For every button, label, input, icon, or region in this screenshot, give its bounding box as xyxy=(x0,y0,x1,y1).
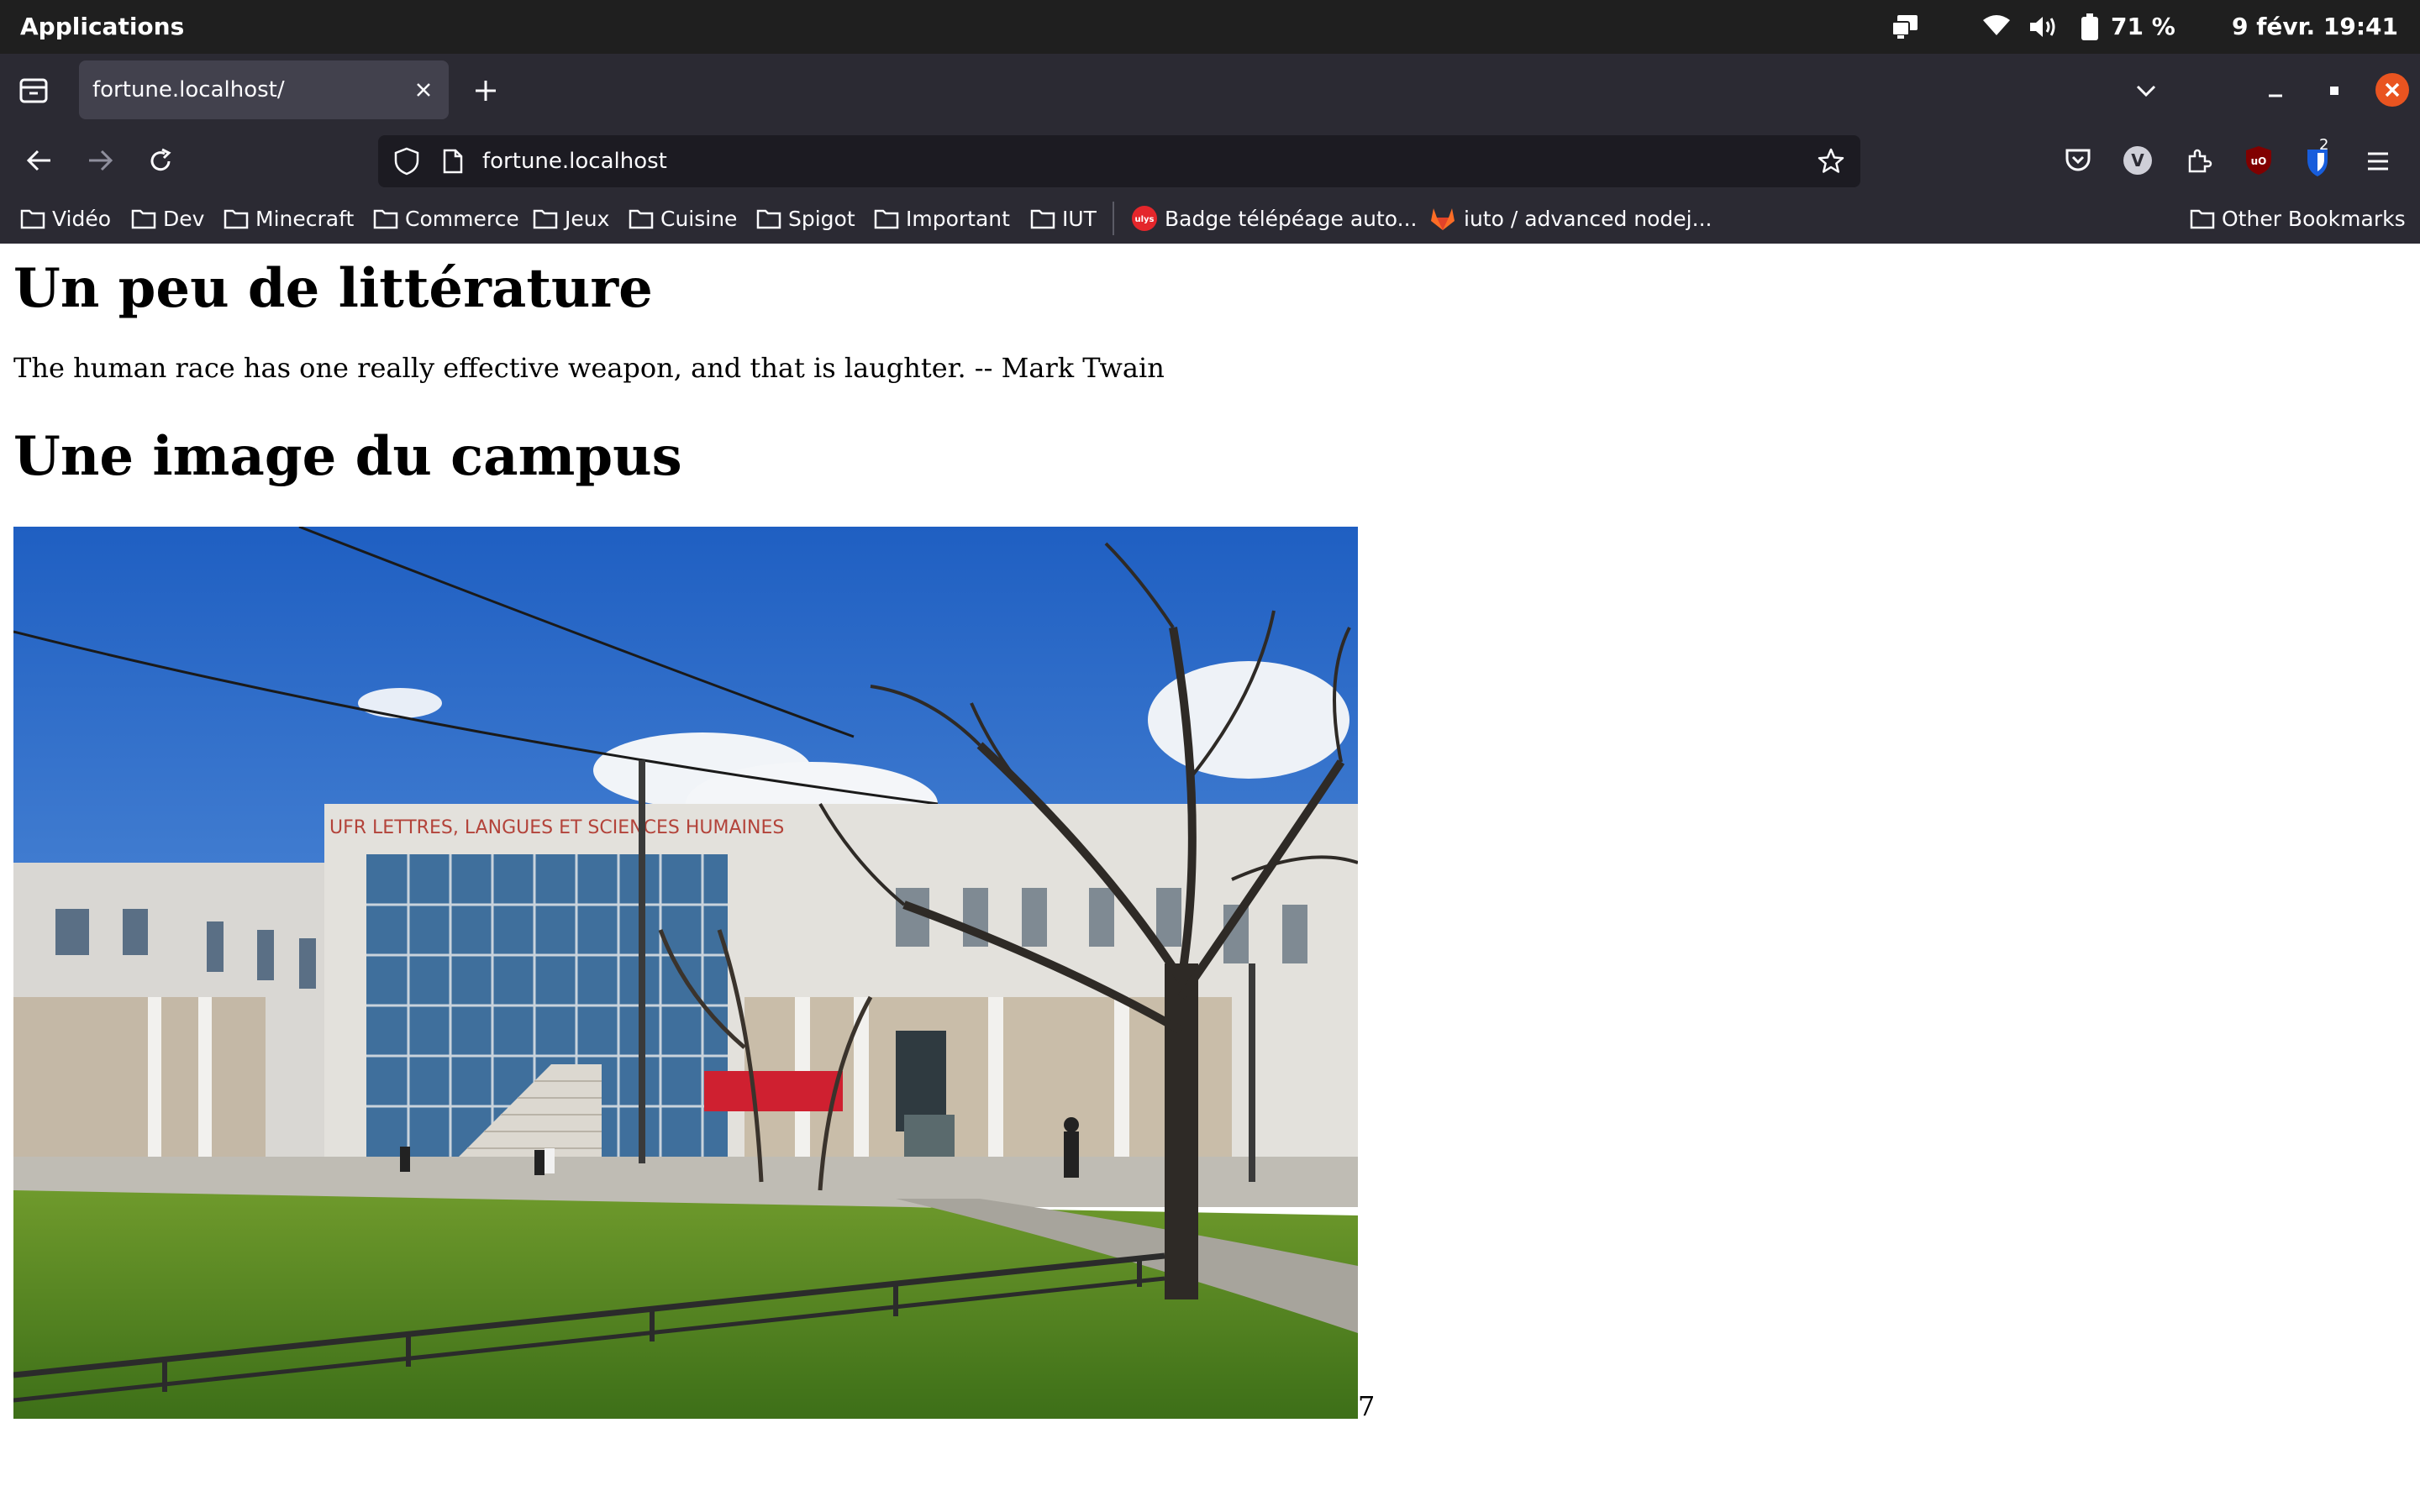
folder-icon xyxy=(131,209,156,229)
extensions-puzzle-icon[interactable] xyxy=(2185,146,2213,175)
bookmarks-separator xyxy=(1113,202,1114,235)
bookmark-label: iuto / advanced nodej... xyxy=(1464,206,1712,231)
page-content: Un peu de littérature The human race has… xyxy=(0,244,2420,1512)
folder-icon xyxy=(2190,209,2215,229)
tab-fortune[interactable]: fortune.localhost/ xyxy=(79,60,449,119)
bookmark-label: Important xyxy=(906,206,1010,231)
system-top-bar: Applications 71 % 9 févr. 19:41 xyxy=(0,0,2420,54)
bookmarks-toolbar: Vidéo Dev Minecraft Commerce Jeux Cuisin… xyxy=(0,193,2420,244)
battery-percentage[interactable]: 71 % xyxy=(2111,0,2175,54)
ulys-favicon-icon: ulys xyxy=(1132,206,1157,231)
wifi-icon[interactable] xyxy=(1983,15,2010,37)
extension-avatar-icon[interactable]: V xyxy=(2123,145,2153,176)
bookmark-folder-iut[interactable]: IUT xyxy=(1030,193,1097,244)
bookmark-label: Cuisine xyxy=(660,206,738,231)
navigation-toolbar: fortune.localhost V uO 2 xyxy=(0,128,2420,193)
tracking-protection-shield-icon[interactable] xyxy=(393,147,420,176)
bookmark-star-icon[interactable] xyxy=(1817,147,1845,176)
bookmark-label: Badge télépéage auto... xyxy=(1165,206,1418,231)
other-bookmarks-folder[interactable]: Other Bookmarks xyxy=(2190,193,2406,244)
bookmark-folder-minecraft[interactable]: Minecraft xyxy=(224,193,354,244)
bookmark-label: IUT xyxy=(1062,206,1097,231)
building-sign-text: UFR LETTRES, LANGUES ET SCIENCES HUMAINE… xyxy=(329,817,784,838)
bookmark-folder-spigot[interactable]: Spigot xyxy=(756,193,855,244)
reload-icon[interactable] xyxy=(146,147,175,176)
folder-icon xyxy=(629,209,654,229)
new-tab-icon[interactable] xyxy=(472,77,499,104)
tab-title: fortune.localhost/ xyxy=(92,77,285,102)
folder-icon xyxy=(224,209,249,229)
bookmark-badge-telepeage[interactable]: ulys Badge télépéage auto... xyxy=(1131,193,1417,244)
list-all-tabs-chevron-down-icon[interactable] xyxy=(2133,77,2160,104)
fortune-counter: 7 xyxy=(1358,1390,1376,1422)
bookmark-label: Vidéo xyxy=(52,206,112,231)
folder-icon xyxy=(20,209,45,229)
folder-icon xyxy=(373,209,398,229)
url-bar[interactable]: fortune.localhost xyxy=(378,135,1860,187)
bookmark-folder-jeux[interactable]: Jeux xyxy=(533,193,609,244)
extension-badge-count: 2 xyxy=(2319,136,2329,154)
bookmark-label: Minecraft xyxy=(255,206,355,231)
campus-image: UFR LETTRES, LANGUES ET SCIENCES HUMAINE… xyxy=(13,527,1358,1419)
screen-share-icon[interactable] xyxy=(1891,13,1919,40)
pocket-icon[interactable] xyxy=(2064,146,2092,175)
bookmark-folder-commerce[interactable]: Commerce xyxy=(373,193,519,244)
ublock-origin-icon[interactable]: uO xyxy=(2244,144,2274,176)
hamburger-menu-icon[interactable] xyxy=(2365,148,2391,175)
bookmark-label: Spigot xyxy=(788,206,855,231)
svg-text:ulys: ulys xyxy=(1134,215,1154,224)
firefox-view-icon[interactable] xyxy=(18,77,49,104)
tab-strip: fortune.localhost/ xyxy=(0,54,2420,128)
bookmark-folder-dev[interactable]: Dev xyxy=(131,193,204,244)
bookmark-folder-video[interactable]: Vidéo xyxy=(20,193,111,244)
heading-litterature: Un peu de littérature xyxy=(13,257,653,320)
applications-menu[interactable]: Applications xyxy=(20,0,184,54)
page-info-icon[interactable] xyxy=(442,149,464,174)
bookmark-folder-important[interactable]: Important xyxy=(874,193,1010,244)
bookmark-label: Jeux xyxy=(565,206,610,231)
back-arrow-icon[interactable] xyxy=(25,147,54,174)
maximize-window-icon[interactable] xyxy=(2323,79,2346,102)
heading-campus: Une image du campus xyxy=(13,425,682,488)
close-tab-icon[interactable] xyxy=(410,76,437,103)
bookmark-folder-cuisine[interactable]: Cuisine xyxy=(629,193,737,244)
fortune-quote: The human race has one really effective … xyxy=(13,352,1165,384)
bookmark-label: Dev xyxy=(163,206,205,231)
svg-text:uO: uO xyxy=(2251,155,2267,167)
bookmark-label: Other Bookmarks xyxy=(2222,206,2406,231)
close-window-icon[interactable] xyxy=(2375,72,2410,108)
gitlab-favicon-icon xyxy=(1431,208,1455,230)
battery-icon[interactable] xyxy=(2081,13,2099,40)
folder-icon xyxy=(756,209,781,229)
folder-icon xyxy=(874,209,899,229)
minimize-window-icon[interactable] xyxy=(2264,79,2287,102)
svg-text:V: V xyxy=(2131,150,2144,171)
bookmark-label: Commerce xyxy=(405,206,519,231)
forward-arrow-icon[interactable] xyxy=(86,147,114,174)
volume-icon[interactable] xyxy=(2028,13,2059,40)
url-text[interactable]: fortune.localhost xyxy=(482,135,667,187)
folder-icon xyxy=(533,209,558,229)
folder-icon xyxy=(1030,209,1055,229)
bookmark-gitlab-advanced-nodejs[interactable]: iuto / advanced nodej... xyxy=(1428,193,1712,244)
clock[interactable]: 9 févr. 19:41 xyxy=(2232,0,2398,54)
